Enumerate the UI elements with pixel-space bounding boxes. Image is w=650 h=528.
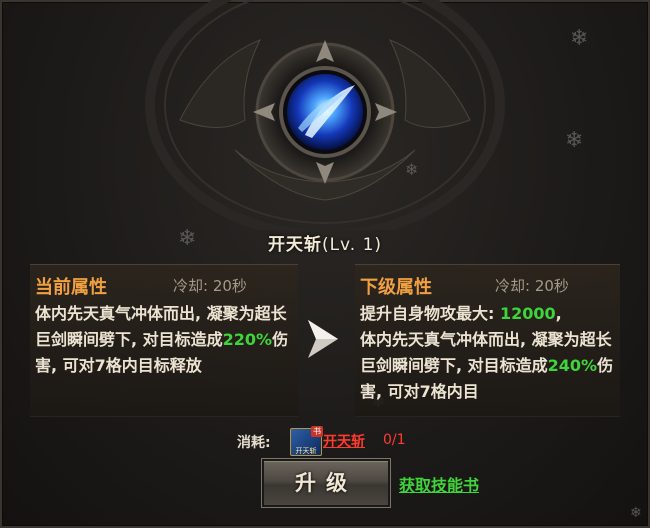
next-attributes: 下级属性 冷却: 20秒 提升自身物攻最大: 12000, 体内先天真气冲体而出,… — [355, 264, 620, 417]
snowflake-icon: ❄ — [405, 160, 419, 179]
book-tag: 书 — [311, 426, 323, 437]
next-damage: 240% — [547, 356, 598, 375]
consume-label: 消耗: — [237, 435, 271, 451]
skill-book-icon[interactable]: 书 开天斩 — [290, 426, 323, 456]
snowflake-icon: ❄ — [565, 128, 584, 153]
next-bonus-value: 12000 — [499, 304, 556, 323]
arrow-right-icon — [308, 320, 338, 358]
next-heading: 下级属性 — [360, 277, 432, 298]
next-bonus-label: 提升自身物攻最大: — [360, 304, 500, 323]
skill-level: (Lv. 1) — [321, 235, 383, 255]
current-attributes: 当前属性 冷却: 20秒 体内先天真气冲体而出, 凝聚为超长巨剑瞬间劈下, 对目… — [30, 264, 298, 417]
skill-emblem — [145, 0, 505, 230]
current-description: 体内先天真气冲体而出, 凝聚为超长巨剑瞬间劈下, 对目标造成220%伤害, 可对… — [35, 301, 296, 379]
skill-upgrade-panel: ❄ ❄ ❄ ❄ ❄ ❄ 开天斩(Lv. 1) 当前属性 冷却: 20秒 体内先天… — [0, 0, 650, 528]
current-heading: 当前属性 — [35, 277, 107, 298]
skill-book-count: 0/1 — [383, 432, 406, 448]
next-cooldown: 冷却: 20秒 — [495, 277, 569, 295]
current-cooldown: 冷却: 20秒 — [173, 277, 247, 295]
get-skill-book-link[interactable]: 获取技能书 — [399, 472, 479, 496]
skill-book-name[interactable]: 开天斩 — [323, 431, 365, 451]
consume-row: 消耗: 书 开天斩 开天斩 0/1 — [0, 426, 650, 456]
snowflake-icon: ❄ — [570, 26, 589, 51]
current-damage: 220% — [222, 330, 273, 349]
snowflake-icon: ❄ — [630, 505, 642, 521]
next-description: 提升自身物攻最大: 12000, 体内先天真气冲体而出, 凝聚为超长巨剑瞬间劈下,… — [360, 301, 618, 405]
next-bonus-suffix: , — [555, 304, 562, 323]
book-icon-text: 开天斩 — [295, 447, 317, 455]
upgrade-button[interactable]: 升级 — [261, 458, 391, 508]
skill-name: 开天斩 — [267, 235, 322, 255]
skill-title: 开天斩(Lv. 1) — [0, 230, 650, 255]
